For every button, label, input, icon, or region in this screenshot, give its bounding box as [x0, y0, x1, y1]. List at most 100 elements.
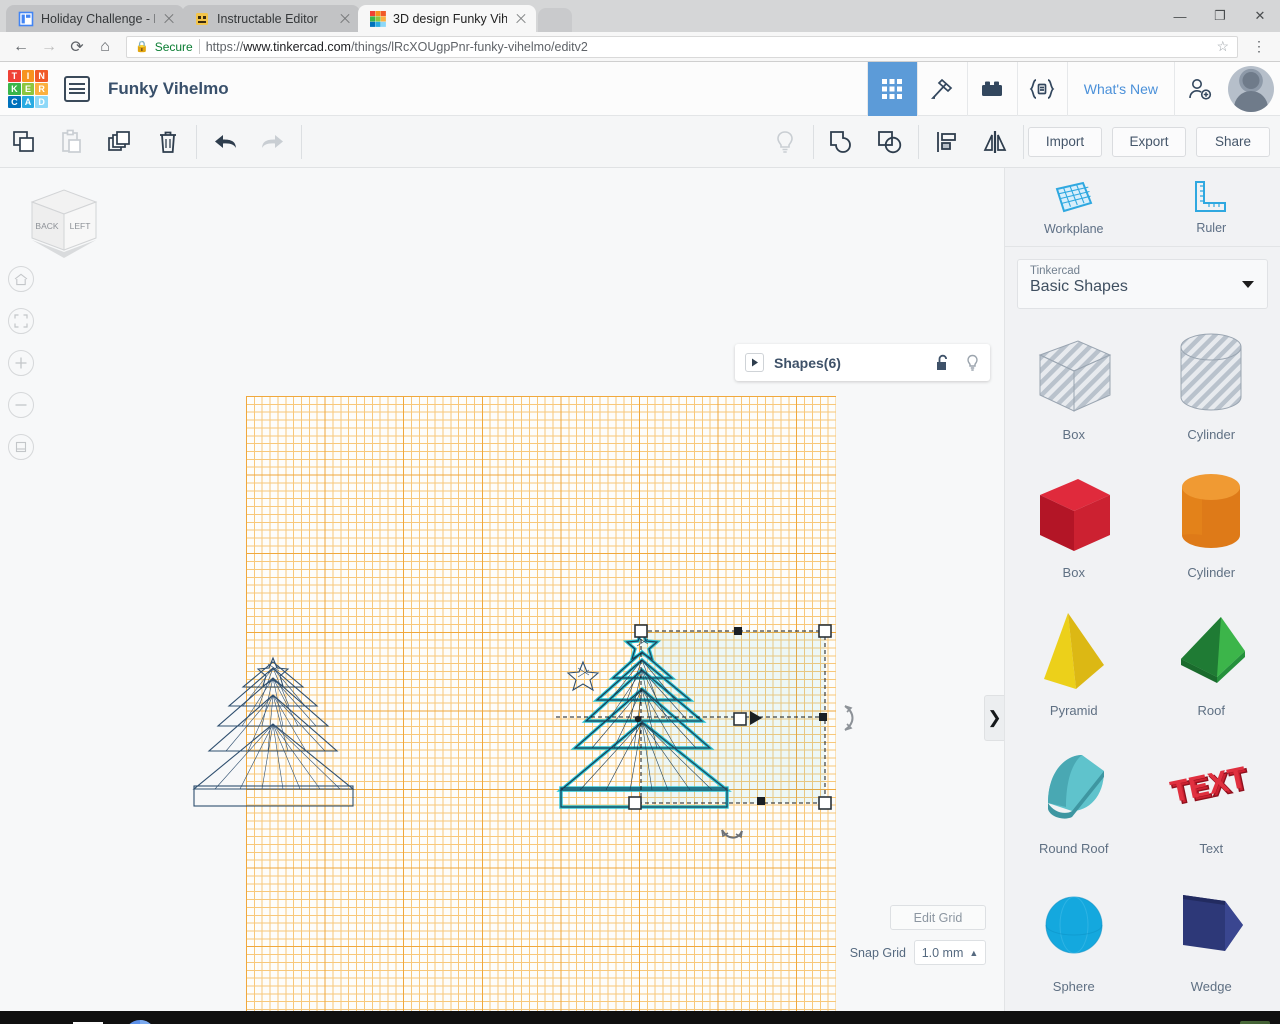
copy-button[interactable] — [0, 116, 48, 168]
tab-close-icon[interactable] — [514, 12, 528, 26]
shape-item-box-hole[interactable]: Box — [1005, 319, 1143, 457]
chrome-browser-button[interactable] — [114, 1011, 166, 1024]
workplane-grid[interactable] — [246, 396, 836, 1011]
logo-letter-n: N — [35, 69, 48, 82]
shape-item-box[interactable]: Box — [1005, 457, 1143, 595]
tab-close-icon[interactable] — [162, 12, 176, 26]
tinkercad-header: T I N K E R C A D Funky Vihelmo What's N… — [0, 61, 1280, 116]
duplicate-button[interactable] — [96, 116, 144, 168]
paste-button[interactable] — [48, 116, 96, 168]
zoom-out-button[interactable] — [8, 392, 34, 418]
tinkercad-logo[interactable]: T I N K E R C A D — [8, 69, 48, 108]
shape-grid: Box Cylinder Box Cylinder Pyramid Roof R… — [1005, 319, 1280, 1011]
shape-item-wedge[interactable]: Wedge — [1143, 871, 1280, 1009]
new-tab-button[interactable] — [538, 8, 572, 32]
page-title: Funky Vihelmo — [108, 78, 229, 98]
shape-item-roof[interactable]: Roof — [1143, 595, 1280, 733]
ungroup-button[interactable] — [866, 116, 914, 168]
shape-label: Roof — [1197, 703, 1225, 718]
bookmark-star-icon[interactable]: ☆ — [1216, 38, 1229, 55]
back-button[interactable]: ← — [8, 34, 34, 60]
codeblocks-view-button[interactable] — [1016, 61, 1067, 116]
address-bar[interactable]: 🔒 Secure https://www.tinkercad.com/thing… — [126, 35, 1238, 58]
undo-button[interactable] — [201, 116, 249, 168]
fit-to-view-button[interactable] — [8, 308, 34, 334]
project-list-icon[interactable] — [64, 75, 90, 102]
editor-body: BACK LEFT Shapes(6) Edit Grid Snap Grid … — [0, 168, 1280, 1011]
forward-button[interactable]: → — [36, 34, 62, 60]
logo-letter-e: E — [21, 82, 35, 95]
shape-item-pyramid[interactable]: Pyramid — [1005, 595, 1143, 733]
maximize-button[interactable]: ❐ — [1200, 0, 1240, 32]
shapes-count-label: Shapes(6) — [774, 354, 841, 371]
export-button[interactable]: Export — [1112, 126, 1186, 157]
shape-label: Cylinder — [1187, 427, 1236, 442]
panel-collapse-button[interactable]: ❯ — [984, 695, 1004, 741]
shape-item-cylinder-hole[interactable]: Cylinder — [1143, 319, 1280, 457]
shapes-panel-header[interactable]: Shapes(6) — [735, 344, 990, 381]
shape-label: Text — [1199, 841, 1224, 856]
browser-tab-bar: Holiday Challenge - Mr. C Instructable E… — [0, 0, 1280, 32]
close-window-button[interactable]: ✕ — [1240, 0, 1280, 32]
add-user-button[interactable] — [1174, 61, 1224, 116]
shape-item-text[interactable]: TEXT TEXT Text — [1143, 733, 1280, 871]
home-button[interactable]: ⌂ — [92, 34, 118, 60]
unlocked-icon[interactable] — [935, 354, 951, 372]
logo-letter-d: D — [35, 95, 48, 108]
browser-menu-icon[interactable]: ⋮ — [1246, 34, 1272, 60]
round-roof-icon — [1032, 739, 1116, 835]
reload-button[interactable]: ⟳ — [64, 34, 90, 60]
blocks-view-button[interactable] — [916, 61, 967, 116]
toolbar-divider — [1023, 124, 1024, 159]
browser-tab-1[interactable]: Instructable Editor — [182, 5, 360, 32]
bulb-icon[interactable] — [965, 354, 980, 372]
share-button[interactable]: Share — [1196, 126, 1270, 157]
workplane-label: Workplane — [1043, 221, 1104, 236]
wedge-icon — [1169, 877, 1253, 973]
import-button[interactable]: Import — [1028, 126, 1102, 157]
edit-grid-button[interactable]: Edit Grid — [890, 905, 986, 930]
3d-canvas[interactable]: BACK LEFT Shapes(6) Edit Grid Snap Grid … — [0, 168, 1004, 1011]
align-button[interactable] — [923, 116, 971, 168]
home-view-button[interactable] — [8, 266, 34, 292]
snap-grid-select[interactable]: 1.0 mm ▲ — [914, 940, 986, 965]
bricks-view-button[interactable] — [966, 61, 1017, 116]
minimize-button[interactable]: — — [1160, 0, 1200, 32]
redo-button[interactable] — [249, 116, 297, 168]
shapes-expand-button[interactable] — [745, 353, 764, 372]
ortho-perspective-button[interactable] — [8, 434, 34, 460]
logo-letter-i: I — [21, 69, 35, 82]
graph-app-button[interactable] — [62, 1011, 114, 1024]
cylinder-hole-icon — [1169, 325, 1253, 421]
shape-item-round-roof[interactable]: Round Roof — [1005, 733, 1143, 871]
zoom-in-button[interactable] — [8, 350, 34, 376]
browser-tab-2[interactable]: 3D design Funky Vihelmo — [358, 5, 536, 32]
tab-close-icon[interactable] — [338, 12, 352, 26]
user-avatar[interactable] — [1240, 1020, 1270, 1024]
mirror-button[interactable] — [971, 116, 1019, 168]
url-scheme: https:// — [205, 39, 244, 54]
design-grid-view-button[interactable] — [866, 61, 917, 116]
snap-grid-value: 1.0 mm — [921, 945, 964, 960]
whats-new-link[interactable]: What's New — [1066, 61, 1174, 116]
box-icon — [1030, 463, 1118, 559]
chevron-down-icon — [1242, 281, 1254, 288]
avatar[interactable] — [1228, 65, 1274, 112]
workplane-tool[interactable]: Workplane — [1005, 168, 1143, 246]
browser-tab-0[interactable]: Holiday Challenge - Mr. C — [6, 5, 184, 32]
delete-button[interactable] — [144, 116, 192, 168]
page-icon — [18, 11, 34, 27]
view-cube[interactable]: BACK LEFT — [18, 184, 110, 264]
toolbar-divider — [301, 124, 302, 159]
launcher-button[interactable] — [10, 1011, 62, 1024]
light-button[interactable] — [761, 116, 809, 168]
tinkercad-icon — [370, 10, 386, 27]
shape-item-cylinder[interactable]: Cylinder — [1143, 457, 1280, 595]
text-icon: TEXT TEXT — [1167, 739, 1255, 835]
shapes-sidebar: Workplane Ruler Tinkercad Basic Shapes B… — [1004, 168, 1280, 1011]
ruler-tool[interactable]: Ruler — [1143, 168, 1280, 246]
group-button[interactable] — [818, 116, 866, 168]
shape-library-select[interactable]: Tinkercad Basic Shapes — [1017, 259, 1268, 309]
shape-item-sphere[interactable]: Sphere — [1005, 871, 1143, 1009]
ruler-label: Ruler — [1196, 220, 1227, 235]
